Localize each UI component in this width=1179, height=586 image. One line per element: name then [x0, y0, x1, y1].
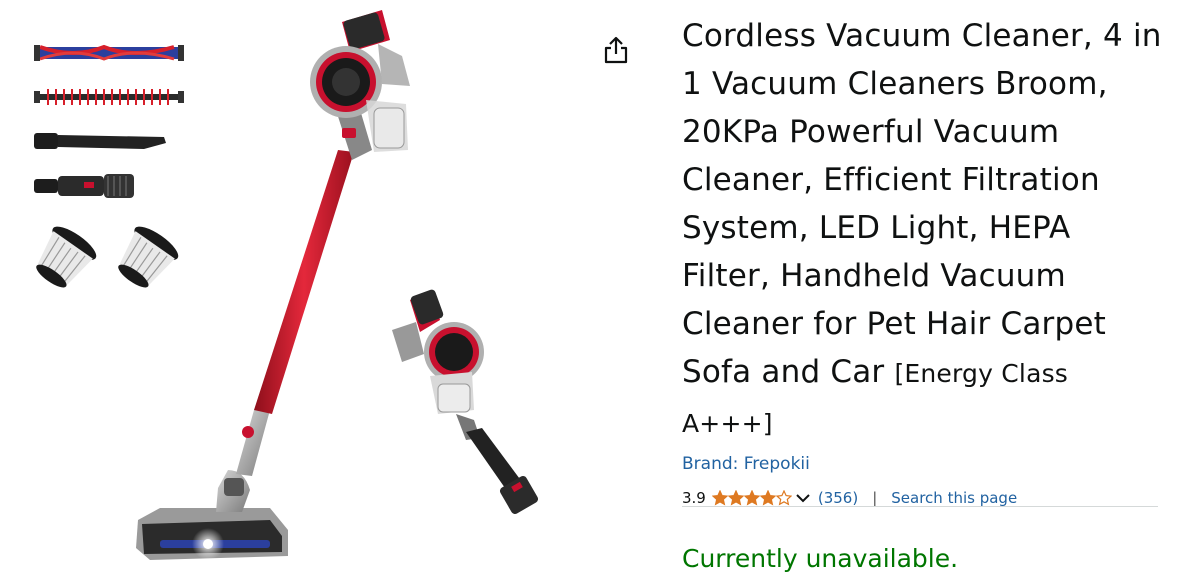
- separator: |: [872, 489, 878, 507]
- chevron-down-icon[interactable]: [794, 491, 812, 505]
- divider: [682, 506, 1158, 507]
- availability-note-cropped: [682, 580, 1162, 586]
- star-icon: [727, 490, 744, 506]
- brand-link[interactable]: Brand: Frepokii: [682, 454, 810, 474]
- star-rating[interactable]: [711, 490, 792, 506]
- product-details: Cordless Vacuum Cleaner, 4 in 1 Vacuum C…: [682, 12, 1162, 510]
- search-this-page-link[interactable]: Search this page: [891, 489, 1017, 507]
- stick-vacuum-illustration: [136, 10, 410, 560]
- star-icon: [711, 490, 728, 506]
- image-gallery: [0, 0, 660, 586]
- star-icon: [775, 490, 792, 506]
- star-icon: [743, 490, 760, 506]
- product-title-text: Cordless Vacuum Cleaner, 4 in 1 Vacuum C…: [682, 18, 1162, 390]
- handheld-vacuum-illustration: [392, 289, 539, 515]
- star-icon: [759, 490, 776, 506]
- availability-status: Currently unavailable.: [682, 544, 959, 573]
- product-title: Cordless Vacuum Cleaner, 4 in 1 Vacuum C…: [682, 12, 1162, 448]
- share-icon[interactable]: [600, 34, 632, 66]
- rating-value: 3.9: [682, 489, 706, 507]
- ratings-count-link[interactable]: (356): [818, 489, 858, 507]
- product-main-image[interactable]: [120, 0, 550, 586]
